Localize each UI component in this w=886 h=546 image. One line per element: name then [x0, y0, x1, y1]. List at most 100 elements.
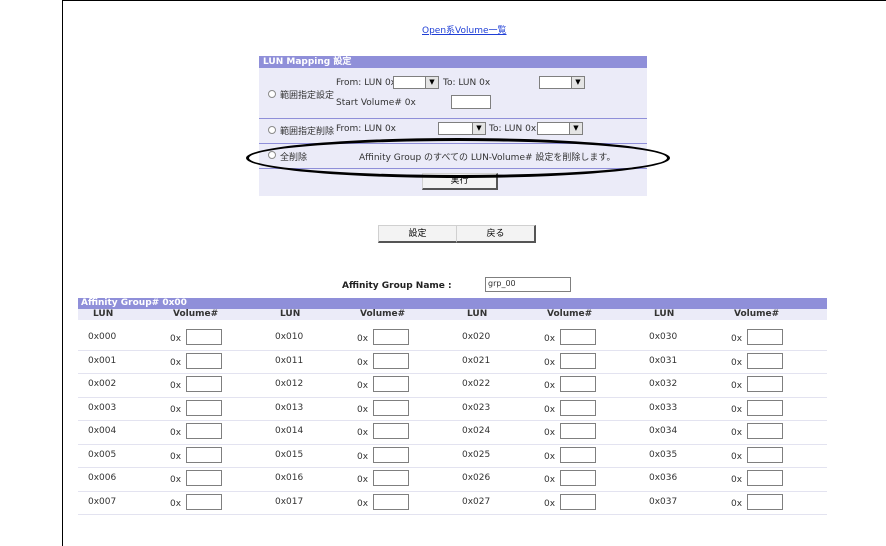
column-header-lun: LUN — [93, 309, 114, 319]
volume-input[interactable] — [560, 329, 596, 345]
column-header-lun: LUN — [280, 309, 301, 319]
volume-input[interactable] — [186, 329, 222, 345]
volume-prefix: 0x — [357, 498, 369, 509]
column-header-lun: LUN — [467, 309, 488, 319]
lun-value: 0x006 — [88, 473, 117, 483]
row-divider — [78, 420, 827, 421]
volume-prefix: 0x — [170, 357, 182, 368]
volume-input[interactable] — [186, 352, 222, 369]
range-set-radio[interactable] — [268, 90, 276, 98]
row-divider — [78, 467, 827, 468]
volume-prefix: 0x — [357, 334, 369, 344]
volume-input[interactable] — [186, 423, 222, 439]
range-set-to-label: To: LUN 0x — [443, 78, 491, 88]
volume-input[interactable] — [560, 352, 596, 369]
volume-prefix: 0x — [357, 357, 369, 368]
volume-prefix: 0x — [170, 404, 182, 415]
chevron-down-icon: ▼ — [425, 77, 438, 88]
volume-input[interactable] — [747, 423, 783, 439]
volume-prefix: 0x — [544, 357, 556, 368]
volume-input[interactable] — [186, 446, 222, 463]
row-divider — [78, 349, 827, 351]
range-set-from-select[interactable]: ▼ — [393, 76, 439, 89]
lun-value: 0x025 — [462, 449, 491, 460]
volume-input[interactable] — [373, 399, 409, 416]
volume-input[interactable] — [560, 470, 596, 486]
volume-input[interactable] — [186, 399, 222, 416]
volume-input[interactable] — [373, 352, 409, 369]
lun-value: 0x020 — [462, 332, 491, 342]
column-header-volume: Volume# — [547, 309, 593, 319]
volume-input[interactable] — [747, 399, 783, 416]
lun-value: 0x007 — [88, 496, 117, 507]
lun-value: 0x017 — [275, 496, 304, 507]
highlight-ellipse — [246, 138, 670, 178]
volume-input[interactable] — [373, 376, 409, 392]
lun-value: 0x013 — [275, 402, 304, 413]
lun-value: 0x024 — [462, 426, 491, 436]
row-divider — [78, 490, 827, 492]
lun-value: 0x011 — [275, 355, 304, 366]
volume-prefix: 0x — [357, 428, 369, 438]
chevron-down-icon: ▼ — [569, 123, 582, 134]
lun-value: 0x014 — [275, 426, 304, 436]
lun-value: 0x034 — [649, 426, 678, 436]
volume-prefix: 0x — [357, 475, 369, 485]
row-divider — [78, 396, 827, 398]
range-set-from-label: From: LUN 0x — [336, 78, 396, 88]
range-delete-to-select[interactable]: ▼ — [537, 122, 583, 135]
volume-prefix: 0x — [357, 404, 369, 415]
volume-input[interactable] — [186, 376, 222, 392]
volume-prefix: 0x — [731, 334, 743, 344]
volume-prefix: 0x — [731, 404, 743, 415]
volume-prefix: 0x — [170, 428, 182, 438]
open-volume-list-link[interactable]: Open系Volume一覧 — [422, 23, 507, 36]
volume-input[interactable] — [373, 423, 409, 439]
volume-prefix: 0x — [170, 334, 182, 344]
table-title: Affinity Group# 0x00 — [78, 298, 827, 309]
volume-input[interactable] — [560, 446, 596, 463]
lun-value: 0x022 — [462, 379, 491, 389]
divider — [259, 118, 647, 119]
row-divider — [78, 373, 827, 374]
start-volume-input[interactable] — [451, 95, 491, 109]
volume-input[interactable] — [186, 470, 222, 486]
volume-input[interactable] — [747, 493, 783, 510]
volume-input[interactable] — [560, 423, 596, 439]
volume-input[interactable] — [747, 352, 783, 369]
volume-prefix: 0x — [544, 404, 556, 415]
volume-input[interactable] — [373, 493, 409, 510]
lun-value: 0x021 — [462, 355, 491, 366]
volume-input[interactable] — [373, 470, 409, 486]
volume-input[interactable] — [560, 493, 596, 510]
lun-value: 0x002 — [88, 379, 117, 389]
range-delete-to-label: To: LUN 0x — [489, 124, 537, 134]
row-divider — [78, 514, 827, 515]
lun-value: 0x016 — [275, 473, 304, 483]
volume-input[interactable] — [747, 376, 783, 392]
group-name-input[interactable]: grp_00 — [485, 277, 571, 292]
column-header-lun: LUN — [654, 309, 675, 319]
start-volume-label: Start Volume# 0x — [336, 98, 416, 108]
range-set-row: 範囲指定設定 From: LUN 0x ▼ To: LUN 0x ▼ Start… — [259, 70, 647, 114]
range-delete-radio[interactable] — [268, 126, 276, 134]
volume-input[interactable] — [747, 470, 783, 486]
column-header-volume: Volume# — [173, 309, 219, 319]
volume-input[interactable] — [373, 446, 409, 463]
volume-prefix: 0x — [731, 381, 743, 391]
volume-input[interactable] — [747, 329, 783, 345]
volume-input[interactable] — [747, 446, 783, 463]
lun-value: 0x031 — [649, 355, 678, 366]
volume-prefix: 0x — [357, 451, 369, 462]
range-delete-from-select[interactable]: ▼ — [438, 122, 486, 135]
volume-input[interactable] — [373, 329, 409, 345]
back-button[interactable]: 戻る — [456, 225, 536, 243]
lun-value: 0x004 — [88, 426, 117, 436]
lun-value: 0x003 — [88, 402, 117, 413]
range-delete-from-label: From: LUN 0x — [336, 124, 396, 134]
set-button[interactable]: 設定 — [378, 225, 458, 243]
volume-input[interactable] — [560, 376, 596, 392]
volume-input[interactable] — [186, 493, 222, 510]
volume-input[interactable] — [560, 399, 596, 416]
range-set-to-select[interactable]: ▼ — [539, 76, 585, 89]
